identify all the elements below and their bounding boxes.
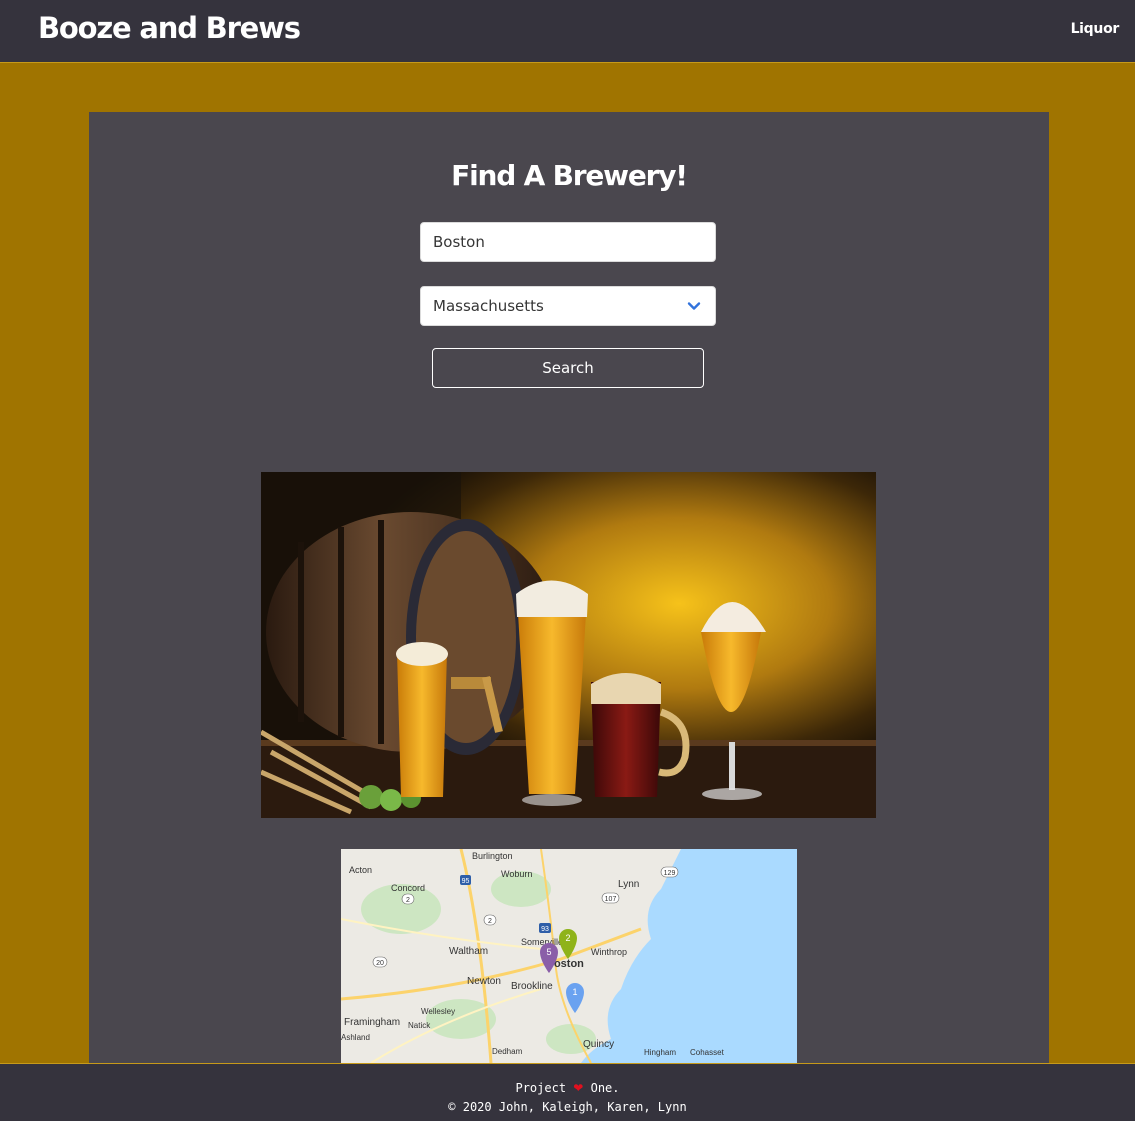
svg-text:5: 5 [546, 947, 551, 957]
map-label-concord: Concord [391, 883, 425, 893]
map-label-wellesley: Wellesley [421, 1007, 455, 1016]
map-label-cohasset: Cohasset [690, 1048, 725, 1057]
svg-text:1: 1 [572, 987, 577, 997]
hero-beer-image [261, 472, 876, 818]
highway-shield-2a: 2 [401, 893, 415, 905]
map-label-somerville: Somerville [521, 937, 563, 947]
footer-copyright: © 2020 John, Kaleigh, Karen, Lynn [448, 1100, 687, 1114]
map-label-natick: Natick [408, 1021, 431, 1030]
map-label-quincy: Quincy [583, 1039, 614, 1050]
svg-text:2: 2 [406, 897, 410, 904]
page-title: Find A Brewery! [451, 159, 688, 192]
search-button[interactable]: Search [432, 348, 704, 388]
map-label-brookline: Brookline [511, 981, 553, 992]
svg-text:107: 107 [605, 896, 617, 903]
footer-tagline: Project ❤ One. [0, 1081, 1135, 1095]
map-label-winthrop: Winthrop [591, 947, 627, 957]
state-select[interactable]: Massachusetts [420, 286, 716, 326]
svg-text:93: 93 [541, 926, 549, 933]
map-label-dedham: Dedham [492, 1047, 523, 1056]
highway-shield-20: 20 [372, 956, 388, 968]
map-label-framingham: Framingham [344, 1017, 400, 1028]
svg-text:95: 95 [462, 878, 470, 885]
map-label-hingham: Hingham [644, 1048, 676, 1057]
main-panel: Find A Brewery! Boston Massachusetts Sea… [89, 112, 1049, 1063]
svg-text:129: 129 [664, 870, 676, 877]
highway-shield-95: 95 [460, 875, 471, 885]
highway-shield-2b: 2 [483, 914, 497, 926]
svg-text:20: 20 [376, 960, 384, 967]
map-label-newton: Newton [467, 976, 501, 987]
map-label-woburn: Woburn [501, 869, 532, 879]
svg-text:2: 2 [565, 933, 570, 943]
map-label-lynn: Lynn [618, 879, 639, 890]
svg-text:2: 2 [488, 918, 492, 925]
city-input[interactable]: Boston [420, 222, 716, 262]
heart-icon: ❤ [573, 1081, 584, 1095]
map-label-waltham: Waltham [449, 946, 488, 957]
nav-link-liquor[interactable]: Liquor [1071, 21, 1120, 37]
map-label-acton: Acton [349, 865, 372, 875]
brand-logo[interactable]: Booze and Brews [38, 11, 301, 45]
highway-shield-93: 93 [539, 923, 551, 933]
footer-one-text: One. [590, 1081, 620, 1095]
brewery-map[interactable]: Burlington Acton Concord Woburn Lynn Wal… [341, 849, 797, 1063]
footer-project-text: Project [515, 1081, 567, 1095]
map-label-ashland: Ashland [341, 1033, 370, 1042]
highway-shield-129: 129 [660, 866, 679, 878]
footer: Project ❤ One. © 2020 John, Kaleigh, Kar… [0, 1063, 1135, 1121]
map-label-burlington: Burlington [472, 851, 513, 861]
chevron-down-icon [687, 302, 701, 310]
navbar: Booze and Brews Liquor [0, 0, 1135, 63]
state-select-value: Massachusetts [433, 297, 544, 315]
highway-shield-107: 107 [601, 892, 620, 904]
